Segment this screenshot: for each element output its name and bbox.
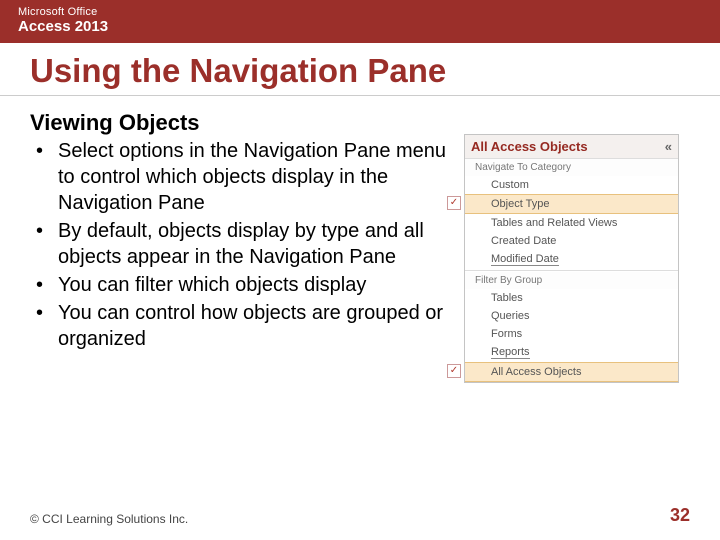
page-number: 32	[670, 505, 690, 526]
menu-item-forms[interactable]: Forms	[465, 325, 678, 343]
bullet-item: You can filter which objects display	[30, 272, 450, 298]
bullet-item: Select options in the Navigation Pane me…	[30, 138, 450, 216]
section-navigate-to-category: Navigate To Category	[465, 159, 678, 176]
navpane-title: All Access Objects	[471, 139, 588, 154]
section-filter-by-group: Filter By Group	[465, 272, 678, 289]
menu-item-created-date[interactable]: Created Date	[465, 232, 678, 250]
title-area: Using the Navigation Pane	[0, 43, 720, 96]
product-line: Access 2013	[18, 18, 702, 35]
body-area: Viewing Objects Select options in the Na…	[0, 110, 720, 505]
copyright: © CCI Learning Solutions Inc.	[30, 512, 188, 526]
menu-item-object-type[interactable]: Object Type	[465, 194, 678, 214]
check-icon: ✓	[447, 364, 461, 378]
bullet-item: You can control how objects are grouped …	[30, 300, 450, 352]
menu-item-custom[interactable]: Custom	[465, 176, 678, 194]
brand-line: Microsoft Office	[18, 6, 702, 18]
check-icon: ✓	[447, 196, 461, 210]
slide-header: Microsoft Office Access 2013	[0, 0, 720, 43]
subheading: Viewing Objects	[30, 110, 450, 136]
navigation-pane-menu: All Access Objects « Navigate To Categor…	[464, 134, 679, 383]
slide-title: Using the Navigation Pane	[30, 53, 690, 89]
bullet-item: By default, objects display by type and …	[30, 218, 450, 270]
bullet-list: Select options in the Navigation Pane me…	[30, 138, 450, 352]
menu-item-tables[interactable]: Tables	[465, 289, 678, 307]
navpane-header[interactable]: All Access Objects «	[465, 135, 678, 159]
menu-item-all-access-objects[interactable]: All Access Objects	[465, 362, 678, 382]
footer: © CCI Learning Solutions Inc. 32	[0, 505, 720, 540]
menu-item-reports[interactable]: Reports	[465, 343, 678, 362]
image-column: All Access Objects « Navigate To Categor…	[464, 110, 684, 505]
menu-item-modified-date[interactable]: Modified Date	[465, 250, 678, 269]
menu-item-queries[interactable]: Queries	[465, 307, 678, 325]
slide: Microsoft Office Access 2013 Using the N…	[0, 0, 720, 540]
divider	[465, 270, 678, 271]
collapse-icon[interactable]: «	[665, 139, 672, 154]
menu-item-tables-related-views[interactable]: Tables and Related Views	[465, 214, 678, 232]
text-column: Viewing Objects Select options in the Na…	[30, 110, 450, 505]
